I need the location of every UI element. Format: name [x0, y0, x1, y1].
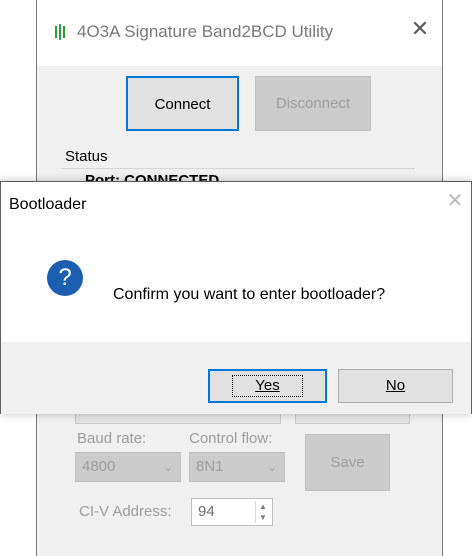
- civ-address-input[interactable]: 94 ▲ ▼: [191, 498, 273, 526]
- dialog-message: Confirm you want to enter bootloader?: [113, 286, 386, 303]
- baud-rate-value: 4800: [82, 458, 116, 475]
- chevron-down-icon: ⌄: [162, 460, 174, 474]
- baud-rate-select[interactable]: 4800 ⌄: [75, 452, 181, 482]
- connect-button[interactable]: Connect: [126, 76, 239, 131]
- dialog-title: Bootloader: [9, 196, 87, 213]
- control-flow-select[interactable]: 8N1 ⌄: [189, 452, 285, 482]
- dialog-footer: Yes No: [1, 342, 471, 414]
- control-flow-label: Control flow:: [189, 430, 273, 447]
- screen: 4O3A Signature Band2BCD Utility ✕ Connec…: [0, 0, 472, 556]
- yes-button-label: Yes: [232, 375, 303, 397]
- control-flow-value: 8N1: [196, 458, 224, 475]
- settings-group: Baud rate: 4800 ⌄ Control flow: 8N1 ⌄ Sa…: [61, 412, 415, 536]
- app-icon: [53, 24, 67, 40]
- disconnect-button[interactable]: Disconnect: [255, 76, 371, 131]
- question-icon: ?: [47, 260, 83, 296]
- yes-button[interactable]: Yes: [208, 369, 327, 403]
- main-titlebar: 4O3A Signature Band2BCD Utility ✕: [37, 0, 442, 66]
- main-window-title: 4O3A Signature Band2BCD Utility: [77, 22, 334, 41]
- status-group-border: [61, 168, 415, 169]
- dialog-close-icon[interactable]: ✕: [445, 191, 465, 211]
- baud-rate-label: Baud rate:: [77, 430, 147, 447]
- spinner-icon[interactable]: ▲ ▼: [255, 501, 270, 523]
- civ-address-value: 94: [198, 503, 215, 520]
- civ-address-label: CI-V Address:: [79, 503, 172, 520]
- no-button-label: No: [385, 377, 406, 394]
- main-close-icon[interactable]: ✕: [409, 18, 431, 40]
- chevron-down-icon: ⌄: [266, 460, 278, 474]
- bootloader-dialog: Bootloader ✕ ? Confirm you want to enter…: [0, 181, 472, 414]
- save-button[interactable]: Save: [305, 434, 390, 491]
- status-group-label: Status: [65, 148, 108, 165]
- no-button[interactable]: No: [338, 369, 453, 403]
